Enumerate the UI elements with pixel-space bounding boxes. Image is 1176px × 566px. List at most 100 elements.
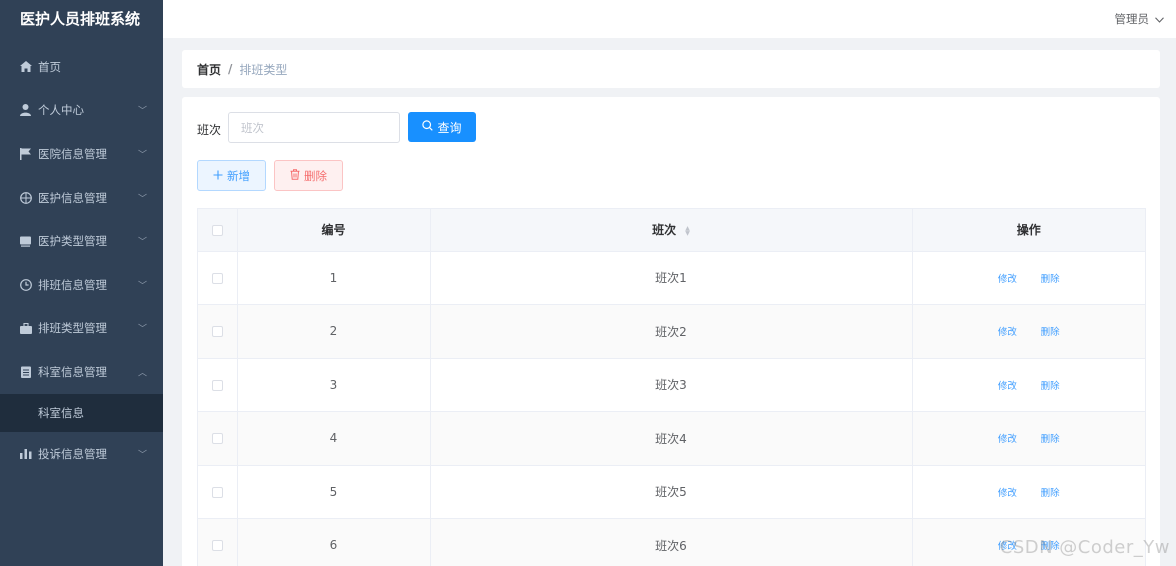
chevron-down-icon: ﹀ <box>137 237 147 248</box>
edit-link[interactable]: 修改 <box>998 274 1017 285</box>
sidebar-item-label: 医护信息管理 <box>38 190 107 205</box>
column-header-id: 编号 <box>237 209 431 252</box>
row-checkbox[interactable] <box>211 379 223 391</box>
cell-shift: 班次2 <box>430 304 913 359</box>
cell-shift: 班次3 <box>430 358 913 412</box>
sidebar-item-complaint-info[interactable]: 投诉信息管理 ﹀ <box>0 432 163 476</box>
cell-ops: 修改 删除 <box>912 411 1145 466</box>
top-bar: 管理员 <box>163 0 1176 38</box>
sidebar-item-medical-staff-info[interactable]: 医护信息管理 ﹀ <box>0 176 163 220</box>
table-row: 1 班次1 修改 删除 <box>198 251 1145 305</box>
table-row: 5 班次5 修改 删除 <box>198 465 1145 519</box>
column-header-shift[interactable]: 班次 ▲ ▼ <box>430 209 913 252</box>
cell-ops: 修改 删除 <box>912 465 1145 519</box>
data-table: 编号 班次 ▲ ▼ 操作 1 班次1 修改 删除 2 班次2 修改 删除 3 班… <box>197 208 1146 566</box>
row-checkbox[interactable] <box>211 326 223 338</box>
cell-shift: 班次5 <box>430 465 913 519</box>
watermark: CSDN @Coder_Yw <box>999 537 1170 558</box>
breadcrumb: 首页 / 排班类型 <box>182 50 1160 88</box>
delete-button-label: 删除 <box>304 168 327 183</box>
search-icon <box>422 120 434 134</box>
sidebar-item-personal-center[interactable]: 个人中心 ﹀ <box>0 89 163 133</box>
cell-ops: 修改 删除 <box>912 304 1145 359</box>
clock-icon <box>19 278 32 291</box>
chevron-down-icon: ﹀ <box>137 324 147 335</box>
briefcase-icon <box>19 322 32 335</box>
row-select-cell <box>198 304 238 359</box>
user-icon <box>19 104 32 117</box>
row-checkbox[interactable] <box>211 540 223 552</box>
sidebar-item-home[interactable]: 首页 <box>0 45 163 89</box>
edit-link[interactable]: 修改 <box>998 434 1017 445</box>
row-select-cell <box>198 251 238 305</box>
breadcrumb-home[interactable]: 首页 <box>197 61 221 78</box>
sidebar-item-hospital-info[interactable]: 医院信息管理 ﹀ <box>0 132 163 176</box>
chevron-down-icon: ﹀ <box>137 150 147 161</box>
cell-id: 5 <box>237 465 431 519</box>
sidebar-item-label: 科室信息管理 <box>38 364 107 379</box>
sidebar-item-shift-type[interactable]: 排班类型管理 ﹀ <box>0 307 163 351</box>
cell-id: 2 <box>237 304 431 359</box>
cell-ops: 修改 删除 <box>912 358 1145 412</box>
chevron-down-icon: ﹀ <box>137 106 147 117</box>
delete-link[interactable]: 删除 <box>1041 488 1060 499</box>
sidebar-item-label: 排班信息管理 <box>38 277 107 292</box>
sidebar-item-label: 医院信息管理 <box>38 146 107 161</box>
sidebar-item-shift-info[interactable]: 排班信息管理 ﹀ <box>0 263 163 307</box>
document-icon <box>19 365 32 378</box>
bar-chart-icon <box>19 447 32 460</box>
table-row: 3 班次3 修改 删除 <box>198 358 1145 412</box>
globe-icon <box>19 191 32 204</box>
sidebar-item-label: 首页 <box>38 59 61 74</box>
column-header-ops: 操作 <box>912 209 1145 252</box>
select-all-cell <box>198 209 238 252</box>
sort-icon[interactable]: ▲ ▼ <box>685 225 690 236</box>
search-label: 班次 <box>197 123 222 137</box>
sidebar-subitem-label: 科室信息 <box>38 405 84 420</box>
home-icon <box>19 60 32 73</box>
delete-link[interactable]: 删除 <box>1041 381 1060 392</box>
table-header-row: 编号 班次 ▲ ▼ 操作 <box>198 209 1145 252</box>
delete-link[interactable]: 删除 <box>1041 274 1060 285</box>
plus-icon <box>213 169 223 183</box>
search-button[interactable]: 查询 <box>408 112 476 142</box>
breadcrumb-separator: / <box>228 62 233 76</box>
search-input[interactable] <box>228 112 400 143</box>
cell-ops: 修改 删除 <box>912 251 1145 305</box>
edit-link[interactable]: 修改 <box>998 488 1017 499</box>
add-button[interactable]: 新增 <box>197 160 266 191</box>
sidebar-item-label: 医护类型管理 <box>38 234 107 249</box>
sidebar-subitem-department[interactable]: 科室信息 <box>0 393 163 432</box>
row-select-cell <box>198 518 238 566</box>
row-select-cell <box>198 465 238 519</box>
sidebar: 医护人员排班系统 首页 个人中心 ﹀ 医院信息管理 ﹀ 医护信息管理 ﹀ 医护类… <box>0 0 163 566</box>
row-checkbox[interactable] <box>211 433 223 445</box>
chevron-down-icon: ﹀ <box>137 450 147 461</box>
sidebar-item-label: 投诉信息管理 <box>38 446 107 461</box>
cell-id: 6 <box>237 518 431 566</box>
card-icon <box>19 235 32 248</box>
row-checkbox[interactable] <box>211 486 223 498</box>
sidebar-item-label: 排班类型管理 <box>38 321 107 336</box>
chevron-down-icon: ﹀ <box>137 281 147 292</box>
edit-link[interactable]: 修改 <box>998 327 1017 338</box>
cell-id: 4 <box>237 411 431 466</box>
user-name: 管理员 <box>1114 12 1150 26</box>
cell-shift: 班次6 <box>430 518 913 566</box>
cell-shift: 班次1 <box>430 251 913 305</box>
row-select-cell <box>198 411 238 466</box>
delete-link[interactable]: 删除 <box>1041 434 1060 445</box>
sidebar-item-department-info[interactable]: 科室信息管理 ︿ <box>0 350 163 394</box>
sidebar-menu: 首页 个人中心 ﹀ 医院信息管理 ﹀ 医护信息管理 ﹀ 医护类型管理 ﹀ 排班信… <box>0 45 163 475</box>
edit-link[interactable]: 修改 <box>998 381 1017 392</box>
row-checkbox[interactable] <box>211 272 223 284</box>
cell-id: 1 <box>237 251 431 305</box>
select-all-checkbox[interactable] <box>211 224 223 236</box>
sidebar-item-medical-type[interactable]: 医护类型管理 ﹀ <box>0 219 163 263</box>
chevron-down-icon <box>1155 12 1164 26</box>
delete-button[interactable]: 删除 <box>274 160 343 191</box>
user-menu[interactable]: 管理员 <box>1115 11 1165 27</box>
delete-link[interactable]: 删除 <box>1041 327 1060 338</box>
cell-id: 3 <box>237 358 431 412</box>
flag-icon <box>19 147 32 160</box>
